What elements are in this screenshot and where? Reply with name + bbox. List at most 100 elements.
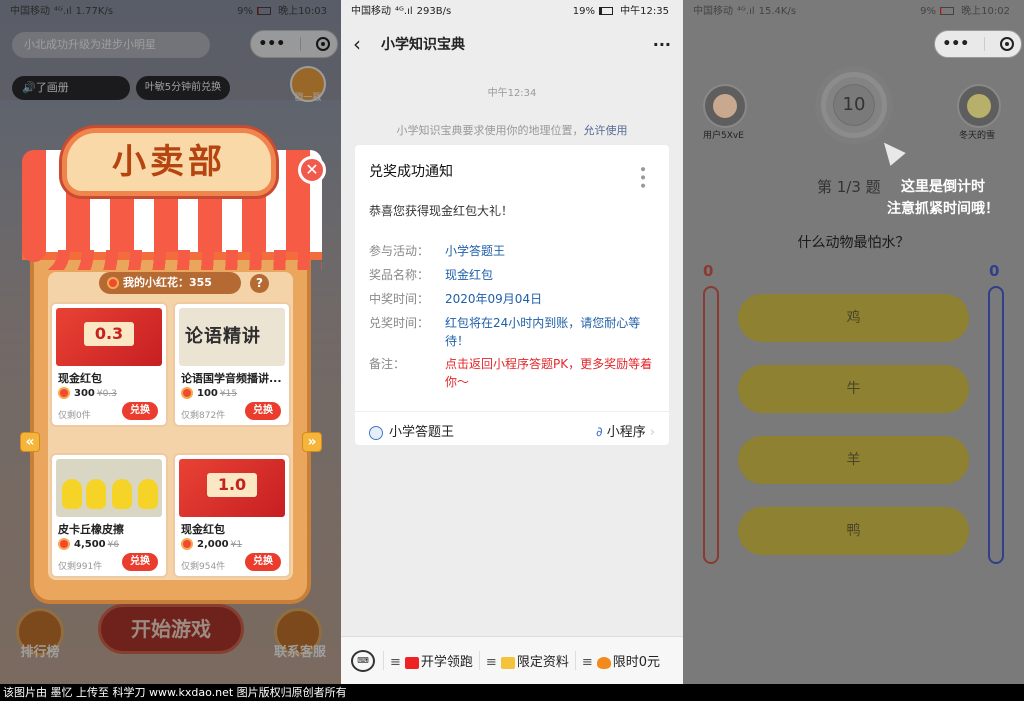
exchange-button[interactable]: 兑换 (122, 553, 158, 571)
folder-icon (500, 656, 515, 669)
message-time: 中午12:34 (487, 88, 537, 99)
next-page-button[interactable]: » (302, 432, 322, 452)
battery-icon (939, 7, 954, 15)
product-name: 现金红包 (181, 523, 225, 536)
shop-title: 小卖部 (62, 128, 276, 196)
menu-icon: ≡ (390, 655, 401, 670)
red-packet-amount: 1.0 (207, 473, 257, 497)
app-icon (369, 425, 383, 440)
battery-icon (598, 7, 613, 15)
more-icon[interactable]: ··· (653, 35, 671, 54)
prev-page-button[interactable]: « (20, 432, 40, 452)
opponent-score: 0 (989, 262, 1000, 280)
battery-percent: 9% (920, 6, 936, 17)
chevron-right-icon: › (649, 425, 655, 440)
exchange-button[interactable]: 兑换 (122, 402, 158, 420)
stock-left: 仅剩0件 (58, 411, 91, 421)
net-speed: 15.4K/s (758, 6, 797, 17)
app-name: 小学答题王 (389, 425, 455, 440)
chat-panel: 中国移动 ⁴ᴳ.ıl 293B/s 19% 中午12:35 ‹ 小学知识宝典 ···… (341, 0, 683, 684)
book-title: 论语精讲 (185, 326, 261, 347)
countdown-value: 10 (833, 84, 875, 126)
carrier: 中国移动 (693, 6, 733, 17)
countdown-timer: 10 (821, 72, 887, 138)
product-price: 4,500 ¥6 (58, 538, 119, 550)
question-number: 第 1/3 题 (817, 178, 881, 196)
opponent-avatar (957, 84, 1001, 128)
product-name: 现金红包 (58, 372, 102, 385)
status-bar: 中国移动 ⁴ᴳ.ıl 293B/s 19% 中午12:35 (341, 0, 683, 24)
stock-left: 仅剩872件 (181, 411, 226, 421)
menu-icon: ≡ (485, 655, 497, 670)
pikachu-image (56, 459, 162, 517)
player-name: 用户5XvE (703, 131, 744, 141)
red-packet-image: 1.0 (179, 459, 285, 517)
nav-bar: ‹ 小学知识宝典 ··· (341, 24, 683, 64)
answer-option[interactable]: 鸭 (738, 507, 969, 555)
location-notice: 小学知识宝典要求使用你的地理位置，允许使用 (341, 122, 683, 138)
red-packet-image: 0.3 (56, 308, 162, 366)
page-title: 小学知识宝典 (381, 37, 465, 53)
card-title: 兑奖成功通知 (369, 164, 453, 180)
card-greeting: 恭喜您获得现金红包大礼！ (369, 204, 514, 218)
product-name: 皮卡丘橡皮擦 (58, 523, 124, 536)
quiz-panel: 中国移动 ⁴ᴳ.ıl 15.4K/s 9% 晚上10:02 ••• 用户5XvE 冬… (683, 0, 1024, 684)
miniprogram-capsule[interactable]: ••• (934, 30, 1022, 58)
more-icon[interactable]: ••• (942, 36, 969, 52)
carrier: 中国移动 (351, 6, 391, 17)
player-progress-bar (703, 286, 719, 564)
location-notice-text: 小学知识宝典要求使用你的地理位置， (396, 124, 584, 137)
link-icon: ∂ (596, 425, 603, 440)
image-credit: 该图片由 墨忆 上传至 科学刀 www.kxdao.net 图片版权归原创者所有 (0, 684, 1024, 701)
notification-card[interactable]: 兑奖成功通知 ••• 恭喜您获得现金红包大礼！ 参与活动： 小学答题王 奖品名称：… (355, 145, 669, 445)
net-speed: 293B/s (416, 6, 452, 17)
miniprogram-label: 小程序 (606, 425, 646, 440)
original-price: ¥6 (107, 540, 120, 550)
battery-percent: 19% (572, 6, 595, 17)
back-icon[interactable]: ‹ (353, 32, 375, 56)
close-miniprogram-icon[interactable] (999, 37, 1014, 51)
bottom-menu-bar: ⌨ ≡ 开学领跑 ≡ 限定资料 ≡ 限时0元 (341, 636, 683, 684)
player-score: 0 (703, 262, 714, 280)
original-price: ¥15 (219, 389, 238, 399)
product-card[interactable]: 1.0 现金红包 2,000 ¥1 仅剩954件 兑换 (173, 453, 291, 578)
product-price: 2,000 ¥1 (181, 538, 242, 550)
menu-item[interactable]: ≡ 开学领跑 (383, 651, 479, 670)
card-more-icon[interactable]: ••• (634, 165, 650, 190)
red-packet-amount: 0.3 (84, 322, 134, 346)
keyboard-icon[interactable]: ⌨ (351, 649, 375, 672)
opponent-progress-bar (988, 286, 1004, 564)
product-card[interactable]: 论语精讲 论语国学音频播讲... 100 ¥15 仅剩872件 兑换 (173, 302, 291, 427)
answer-option[interactable]: 牛 (738, 365, 969, 413)
menu-item[interactable]: ≡ 限时0元 (574, 651, 666, 670)
product-price: 300 ¥0.3 (58, 387, 117, 399)
help-icon[interactable]: ? (250, 274, 269, 293)
hundred-icon (404, 656, 419, 669)
flower-icon (107, 277, 119, 289)
card-footer[interactable]: 小学答题王 ∂ 小程序 › (355, 411, 669, 445)
exchange-button[interactable]: 兑换 (245, 553, 281, 571)
opponent-name: 冬天的雪 (959, 131, 996, 141)
player-avatar (703, 84, 747, 128)
status-bar: 中国移动 ⁴ᴳ.ıl 15.4K/s 9% 晚上10:02 (683, 0, 1024, 24)
product-price: 100 ¥15 (181, 387, 237, 399)
stock-left: 仅剩991件 (58, 562, 103, 572)
clock: 晚上10:02 (961, 6, 1010, 17)
allow-location-link[interactable]: 允许使用 (584, 124, 628, 137)
answer-option[interactable]: 羊 (738, 436, 969, 484)
close-button[interactable]: ✕ (298, 156, 326, 184)
countdown-hint: 这里是倒计时 注意抓紧时间哦！ (887, 179, 999, 217)
pointer-hand-icon (876, 136, 906, 166)
shop-panel: 中国移动 ⁴ᴳ.ıl 1.77K/s 9% 晚上10:03 小北成功升级为进步小明星… (0, 0, 341, 684)
question-text: 什么动物最怕水？ (797, 235, 910, 251)
menu-item[interactable]: ≡ 限定资料 (478, 651, 575, 670)
product-card[interactable]: 0.3 现金红包 300 ¥0.3 仅剩0件 兑换 (50, 302, 168, 427)
signal-icon: ⁴ᴳ.ıl (737, 6, 755, 17)
fire-icon (596, 656, 611, 669)
answer-option[interactable]: 鸡 (738, 294, 969, 342)
exchange-button[interactable]: 兑换 (245, 402, 281, 420)
flower-balance: 我的小红花：355 (99, 272, 241, 294)
stock-left: 仅剩954件 (181, 562, 226, 572)
product-card[interactable]: 皮卡丘橡皮擦 4,500 ¥6 仅剩991件 兑换 (50, 453, 168, 578)
balance-text: 我的小红花：355 (123, 276, 212, 289)
